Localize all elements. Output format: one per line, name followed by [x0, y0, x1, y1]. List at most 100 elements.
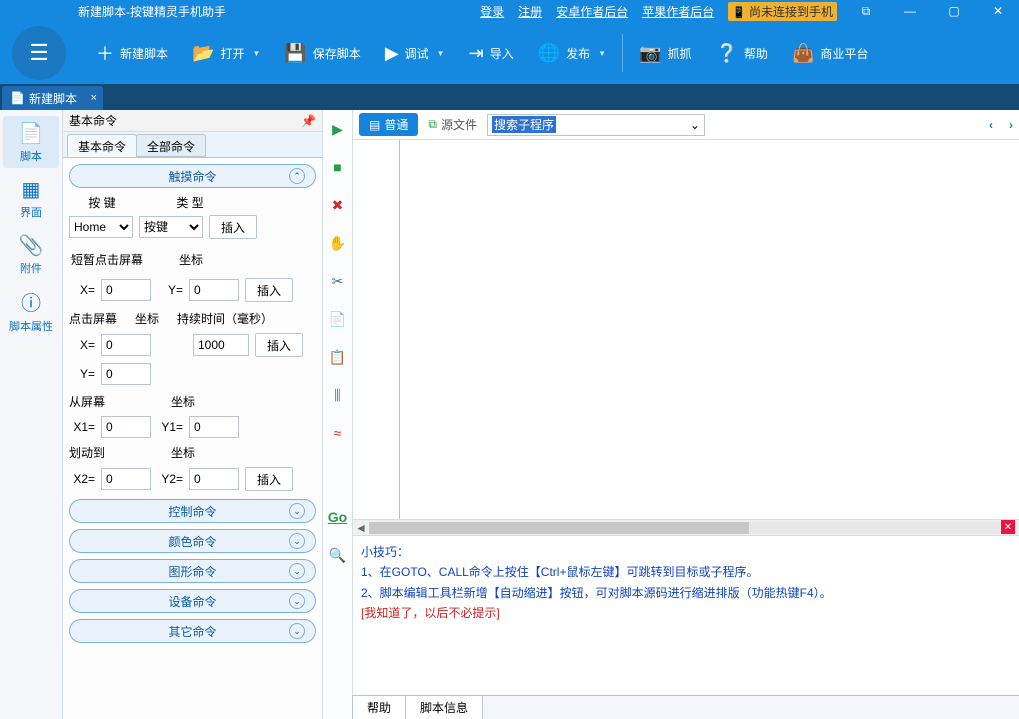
expand-icon: ⌄ — [289, 593, 305, 609]
tap-short-label: 短暂点击屏幕 — [71, 251, 143, 268]
goto-icon[interactable]: Go — [327, 506, 349, 528]
group-touch[interactable]: 触摸命令⌃ — [69, 164, 316, 188]
tips-dismiss-link[interactable]: [我知道了，以后不必提示] — [361, 603, 1011, 623]
sidebar-item-ui[interactable]: ▦界面 — [3, 172, 59, 224]
capture-button[interactable]: 📷抓抓 — [627, 22, 703, 84]
stop-icon[interactable]: ■ — [327, 156, 349, 178]
group-control[interactable]: 控制命令⌄ — [69, 499, 316, 523]
swipe-x2-input[interactable] — [101, 468, 151, 490]
group-graphic[interactable]: 图形命令⌄ — [69, 559, 316, 583]
script-icon: 📄 — [19, 121, 44, 146]
tab-script-info[interactable]: 脚本信息 — [405, 695, 483, 719]
close-tips-icon[interactable]: ✕ — [1001, 520, 1015, 534]
hold-x-input[interactable] — [101, 334, 151, 356]
type-select[interactable]: 按键 — [139, 216, 203, 238]
swipe-x1-input[interactable] — [101, 416, 151, 438]
scroll-left-icon[interactable]: ◄ — [353, 521, 369, 535]
list-icon: ▤ — [369, 118, 380, 132]
paste-icon[interactable]: 📋 — [327, 346, 349, 368]
play-icon: ▶ — [385, 43, 399, 64]
editor-area: ▤普通 ⧉源文件 搜索子程序⌄ ‹ › ◄ ► ✕ 小技巧： 1、在GOTO、C… — [353, 110, 1019, 719]
tab-label: 新建脚本 — [29, 90, 77, 107]
tab-new-script[interactable]: 📄 新建脚本 × — [2, 86, 103, 110]
horizontal-scrollbar[interactable]: ◄ ► — [353, 519, 1019, 535]
phone-status: 📱 尚未连接到手机 — [728, 2, 837, 21]
tab-close-icon[interactable]: × — [91, 92, 97, 104]
folder-icon: 📂 — [192, 43, 214, 64]
save-button[interactable]: 💾保存脚本 — [272, 22, 372, 84]
new-script-button[interactable]: ＋新建脚本 — [84, 22, 180, 84]
tap-label: 点击屏幕 — [69, 310, 117, 327]
register-link[interactable]: 注册 — [518, 3, 542, 20]
minimize-icon[interactable]: — — [895, 2, 925, 20]
tab-help[interactable]: 帮助 — [352, 695, 406, 719]
info-icon: ⓘ — [21, 287, 41, 316]
hand-icon[interactable]: ✋ — [327, 232, 349, 254]
plus-icon: ＋ — [96, 40, 114, 66]
insert-hold-button[interactable]: 插入 — [255, 333, 303, 357]
copy-icon[interactable]: 📄 — [327, 308, 349, 330]
nav-next-button[interactable]: › — [1009, 118, 1013, 132]
pin-icon[interactable]: 📌 — [301, 114, 316, 128]
code-editor[interactable] — [353, 140, 1019, 519]
coord-label: 坐标 — [179, 251, 203, 268]
new-window-icon[interactable]: ⧉ — [851, 2, 881, 20]
market-button[interactable]: 👜商业平台 — [780, 22, 880, 84]
collapse-icon: ⌃ — [289, 168, 305, 184]
ios-dev-link[interactable]: 苹果作者后台 — [642, 3, 714, 20]
duration-input[interactable] — [193, 334, 249, 356]
maximize-icon[interactable]: ▢ — [939, 2, 969, 20]
tips-title: 小技巧： — [361, 542, 1011, 562]
close-icon[interactable]: ✕ — [983, 2, 1013, 20]
swipe-y2-input[interactable] — [189, 468, 239, 490]
command-panel: 基本命令 📌 基本命令 全部命令 触摸命令⌃ 按 键类 型 Home 按键 插入… — [63, 110, 323, 719]
indent-icon[interactable]: ⫼ — [327, 384, 349, 406]
import-button[interactable]: ⇥导入 — [457, 22, 526, 84]
tab-basic-commands[interactable]: 基本命令 — [67, 134, 137, 157]
hold-y-input[interactable] — [101, 363, 151, 385]
comment-icon[interactable]: ≈ — [327, 422, 349, 444]
title-bar: 新建脚本-按键精灵手机助手 登录 注册 安卓作者后台 苹果作者后台 📱 尚未连接… — [0, 0, 1019, 22]
open-button[interactable]: 📂打开▼ — [180, 22, 272, 84]
mode-source-button[interactable]: ⧉源文件 — [428, 116, 477, 133]
group-other[interactable]: 其它命令⌄ — [69, 619, 316, 643]
tap-x-input[interactable] — [101, 279, 151, 301]
chevron-down-icon: ▼ — [437, 49, 445, 58]
mode-normal-button[interactable]: ▤普通 — [359, 113, 418, 136]
sidebar-item-attach[interactable]: 📎附件 — [3, 228, 59, 280]
key-select[interactable]: Home — [69, 216, 133, 238]
group-color[interactable]: 颜色命令⌄ — [69, 529, 316, 553]
delete-icon[interactable]: ✖ — [327, 194, 349, 216]
debug-button[interactable]: ▶调试▼ — [373, 22, 457, 84]
tab-all-commands[interactable]: 全部命令 — [136, 134, 206, 157]
insert-swipe-button[interactable]: 插入 — [245, 467, 293, 491]
tips-panel: ✕ 小技巧： 1、在GOTO、CALL命令上按住【Ctrl+鼠标左键】可跳转到目… — [353, 535, 1019, 695]
insert-key-button[interactable]: 插入 — [209, 215, 257, 239]
tips-line2: 2、脚本编辑工具栏新增【自动缩进】按钮，可对脚本源码进行缩进排版（功能热键F4）… — [361, 583, 1011, 603]
main-toolbar: ☰ ＋新建脚本 📂打开▼ 💾保存脚本 ▶调试▼ ⇥导入 🌐发布▼ 📷抓抓 ❔帮助… — [0, 22, 1019, 84]
editor-toolstrip: ▶ ■ ✖ ✋ ✂ 📄 📋 ⫼ ≈ Go 🔍 — [323, 110, 353, 719]
sidebar-item-script[interactable]: 📄脚本 — [3, 116, 59, 168]
layout-icon: ▦ — [22, 177, 41, 202]
menu-button[interactable]: ☰ — [12, 26, 66, 80]
search-subroutine-select[interactable]: 搜索子程序⌄ — [487, 114, 705, 136]
cut-icon[interactable]: ✂ — [327, 270, 349, 292]
group-device[interactable]: 设备命令⌄ — [69, 589, 316, 613]
attach-icon: 📎 — [19, 233, 44, 258]
help-button[interactable]: ❔帮助 — [704, 22, 780, 84]
login-link[interactable]: 登录 — [480, 3, 504, 20]
tap-y-input[interactable] — [189, 279, 239, 301]
swipe-y1-input[interactable] — [189, 416, 239, 438]
insert-tap-button[interactable]: 插入 — [245, 278, 293, 302]
run-icon[interactable]: ▶ — [327, 118, 349, 140]
key-label: 按 键 — [69, 194, 135, 211]
find-icon[interactable]: 🔍 — [327, 544, 349, 566]
sidebar-item-props[interactable]: ⓘ脚本属性 — [3, 284, 59, 336]
android-dev-link[interactable]: 安卓作者后台 — [556, 3, 628, 20]
expand-icon: ⌄ — [289, 623, 305, 639]
left-sidebar: 📄脚本 ▦界面 📎附件 ⓘ脚本属性 — [0, 110, 63, 719]
chevron-down-icon: ▼ — [252, 49, 260, 58]
publish-button[interactable]: 🌐发布▼ — [526, 22, 618, 84]
nav-prev-button[interactable]: ‹ — [989, 118, 993, 132]
source-icon: ⧉ — [428, 117, 437, 132]
